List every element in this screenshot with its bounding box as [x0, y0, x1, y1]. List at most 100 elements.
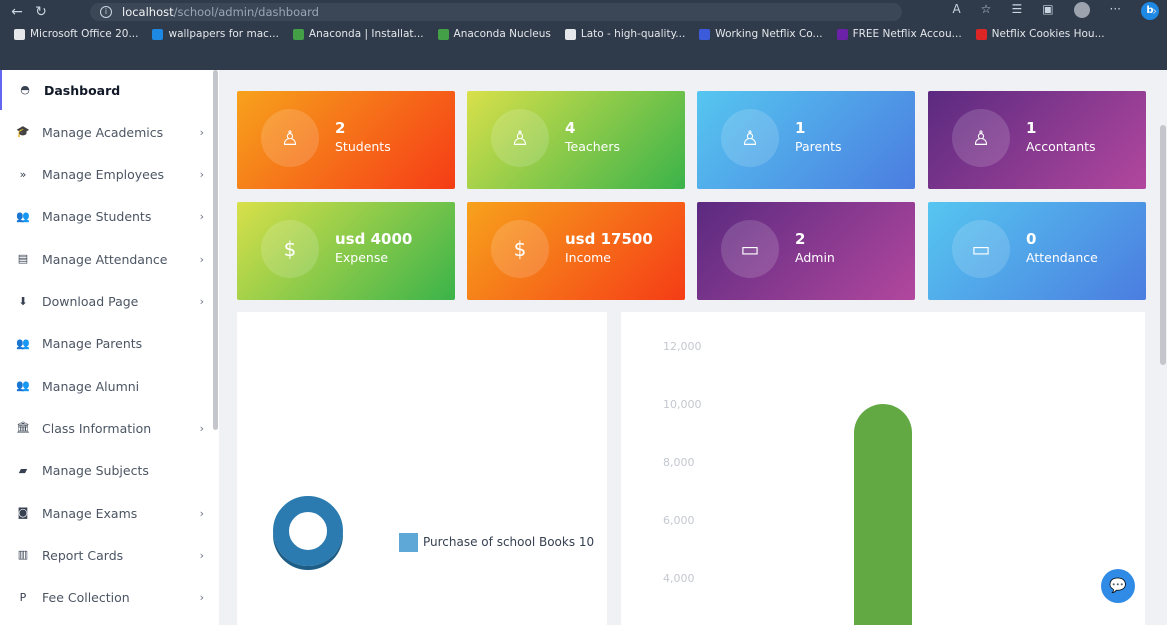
- sidebar-item-label: Manage Parents: [42, 336, 143, 352]
- back-icon[interactable]: ←: [10, 5, 24, 19]
- bookmark-item[interactable]: Anaconda | Installat...: [292, 28, 424, 40]
- sidebar-item-label: Manage Students: [42, 209, 152, 225]
- dashboard-icon: ◓: [20, 83, 30, 96]
- user-icon: ♙: [952, 109, 1010, 167]
- stat-card-income[interactable]: $ usd 17500 Income: [467, 202, 685, 300]
- sidebar-item-manage-academics[interactable]: 🎓 Manage Academics ›: [0, 112, 214, 152]
- chat-icon[interactable]: 💬: [1101, 569, 1135, 603]
- bookmark-label: Microsoft Office 20...: [30, 28, 139, 40]
- bank-icon: 🏛: [16, 421, 30, 435]
- double-angle-icon: »: [19, 167, 27, 181]
- favorites-icon[interactable]: ☰: [1011, 2, 1022, 20]
- legend-swatch: [399, 533, 418, 552]
- bookmark-icon: [14, 28, 25, 40]
- sidebar-item-manage-alumni[interactable]: 👥 Manage Alumni: [0, 366, 214, 406]
- camera-icon: ◙: [17, 506, 29, 519]
- stat-label: Teachers: [565, 139, 620, 154]
- stat-card-accontants[interactable]: ♙ 1 Accontants: [928, 91, 1146, 189]
- sidebar-item-manage-attendance[interactable]: ▤ Manage Attendance ›: [0, 239, 214, 279]
- read-aloud-icon[interactable]: A: [952, 2, 960, 20]
- user-icon: ♙: [491, 109, 549, 167]
- sidebar-item-label: Manage Academics: [42, 124, 164, 140]
- sidebar-item-manage-subjects[interactable]: ▰ Manage Subjects: [0, 451, 214, 491]
- chevron-right-icon: ›: [199, 252, 204, 266]
- bookmarks-more-icon[interactable]: ›: [1152, 4, 1157, 18]
- page-scrollbar[interactable]: [1160, 125, 1166, 365]
- sidebar-item-manage-students[interactable]: 👥 Manage Students ›: [0, 197, 214, 237]
- stat-card-parents[interactable]: ♙ 1 Parents: [697, 91, 915, 189]
- bookmark-item[interactable]: FREE Netflix Accou...: [836, 28, 962, 40]
- graduation-cap-icon: 🎓: [16, 125, 30, 139]
- stat-card-admin[interactable]: ▭ 2 Admin: [697, 202, 915, 300]
- y-tick-label: 10,000: [663, 398, 702, 411]
- dollar-icon: $: [491, 220, 549, 278]
- stat-card-attendance[interactable]: ▭ 0 Attendance: [928, 202, 1146, 300]
- paypal-icon: P: [19, 590, 27, 604]
- bookmark-item[interactable]: Lato - high-quality...: [564, 28, 685, 40]
- chevron-right-icon: ›: [199, 421, 204, 435]
- stat-value: 1: [1026, 119, 1037, 137]
- y-tick-label: 4,000: [663, 572, 695, 585]
- sidebar-item-dashboard[interactable]: ◓ Dashboard: [0, 70, 214, 110]
- chevron-right-icon: ›: [199, 168, 204, 182]
- bookmark-item[interactable]: Netflix Cookies Hou...: [975, 28, 1105, 40]
- address-bar[interactable]: i localhost /school/admin/dashboard: [90, 3, 902, 21]
- bookmark-label: Anaconda | Installat...: [308, 28, 424, 40]
- stat-value: usd 17500: [565, 230, 653, 248]
- more-icon[interactable]: ···: [1110, 2, 1121, 20]
- users-icon: 👥: [16, 379, 30, 393]
- donut-chart-panel: Purchase of school Books 10: [237, 312, 607, 625]
- chevron-right-icon: ›: [199, 591, 204, 605]
- chevron-right-icon: ›: [199, 548, 204, 562]
- stat-label: Accontants: [1026, 139, 1096, 154]
- collections-icon[interactable]: ▣: [1042, 2, 1053, 20]
- clipboard-icon: ▤: [17, 252, 29, 266]
- stat-card-students[interactable]: ♙ 2 Students: [237, 91, 455, 189]
- sidebar-item-label: Manage Attendance: [42, 251, 168, 267]
- sidebar-item-report-cards[interactable]: ▥ Report Cards ›: [0, 535, 214, 575]
- browser-controls: A ☆ ☰ ▣ ··· b: [952, 2, 1159, 20]
- sidebar-item-manage-employees[interactable]: » Manage Employees ›: [0, 155, 214, 195]
- sidebar-item-label: Manage Employees: [42, 167, 165, 183]
- favorite-add-icon[interactable]: ☆: [981, 2, 992, 20]
- book-icon: ▰: [18, 463, 28, 477]
- stat-label: Parents: [795, 139, 842, 154]
- profile-avatar[interactable]: [1073, 2, 1090, 18]
- sidebar-item-manage-parents[interactable]: 👥 Manage Parents: [0, 324, 214, 364]
- stat-card-expense[interactable]: $ usd 4000 Expense: [237, 202, 455, 300]
- wallet-icon: ▭: [721, 220, 779, 278]
- stat-card-teachers[interactable]: ♙ 4 Teachers: [467, 91, 685, 189]
- download-icon: ⬇: [18, 294, 28, 308]
- bar-chart-panel: 12,000 10,000 8,000 6,000 4,000: [621, 312, 1145, 625]
- sidebar-item-label: Manage Subjects: [42, 463, 149, 479]
- sidebar-item-fee-collection[interactable]: P Fee Collection ›: [0, 578, 214, 618]
- info-icon[interactable]: i: [100, 6, 112, 18]
- sidebar-item-class-information[interactable]: 🏛 Class Information ›: [0, 408, 214, 448]
- sidebar-item-label: Download Page: [42, 294, 139, 309]
- stat-value: 2: [795, 230, 806, 248]
- donut-chart: [273, 496, 343, 566]
- bookmark-icon: [437, 28, 449, 40]
- sidebar-item-label: Manage Alumni: [42, 378, 140, 394]
- stat-label: Admin: [795, 250, 835, 265]
- bar: [854, 404, 912, 625]
- sidebar-item-label: Dashboard: [44, 82, 121, 98]
- bookmark-label: Working Netflix Co...: [715, 28, 823, 40]
- wallet-icon: ▭: [952, 220, 1010, 278]
- sidebar-scrollbar[interactable]: [213, 70, 218, 430]
- refresh-icon[interactable]: ↻: [34, 5, 48, 19]
- sidebar-item-label: Manage Exams: [42, 505, 138, 521]
- chevron-right-icon: ›: [199, 125, 204, 139]
- bookmark-icon: [152, 28, 164, 40]
- bookmark-item[interactable]: wallpapers for mac...: [152, 28, 279, 40]
- sidebar-item-download-page[interactable]: ⬇ Download Page ›: [0, 282, 214, 322]
- bookmarks-bar: Microsoft Office 20... wallpapers for mac…: [0, 24, 1167, 70]
- stat-value: 4: [565, 119, 576, 137]
- bookmark-item[interactable]: Working Netflix Co...: [699, 28, 823, 40]
- bookmark-icon: [564, 28, 576, 40]
- stat-label: Income: [565, 250, 611, 265]
- bookmark-item[interactable]: Microsoft Office 20...: [14, 28, 138, 40]
- sidebar-item-manage-exams[interactable]: ◙ Manage Exams ›: [0, 493, 214, 533]
- legend-label: Purchase of school Books 10: [423, 535, 595, 549]
- bookmark-item[interactable]: Anaconda Nucleus: [437, 28, 551, 40]
